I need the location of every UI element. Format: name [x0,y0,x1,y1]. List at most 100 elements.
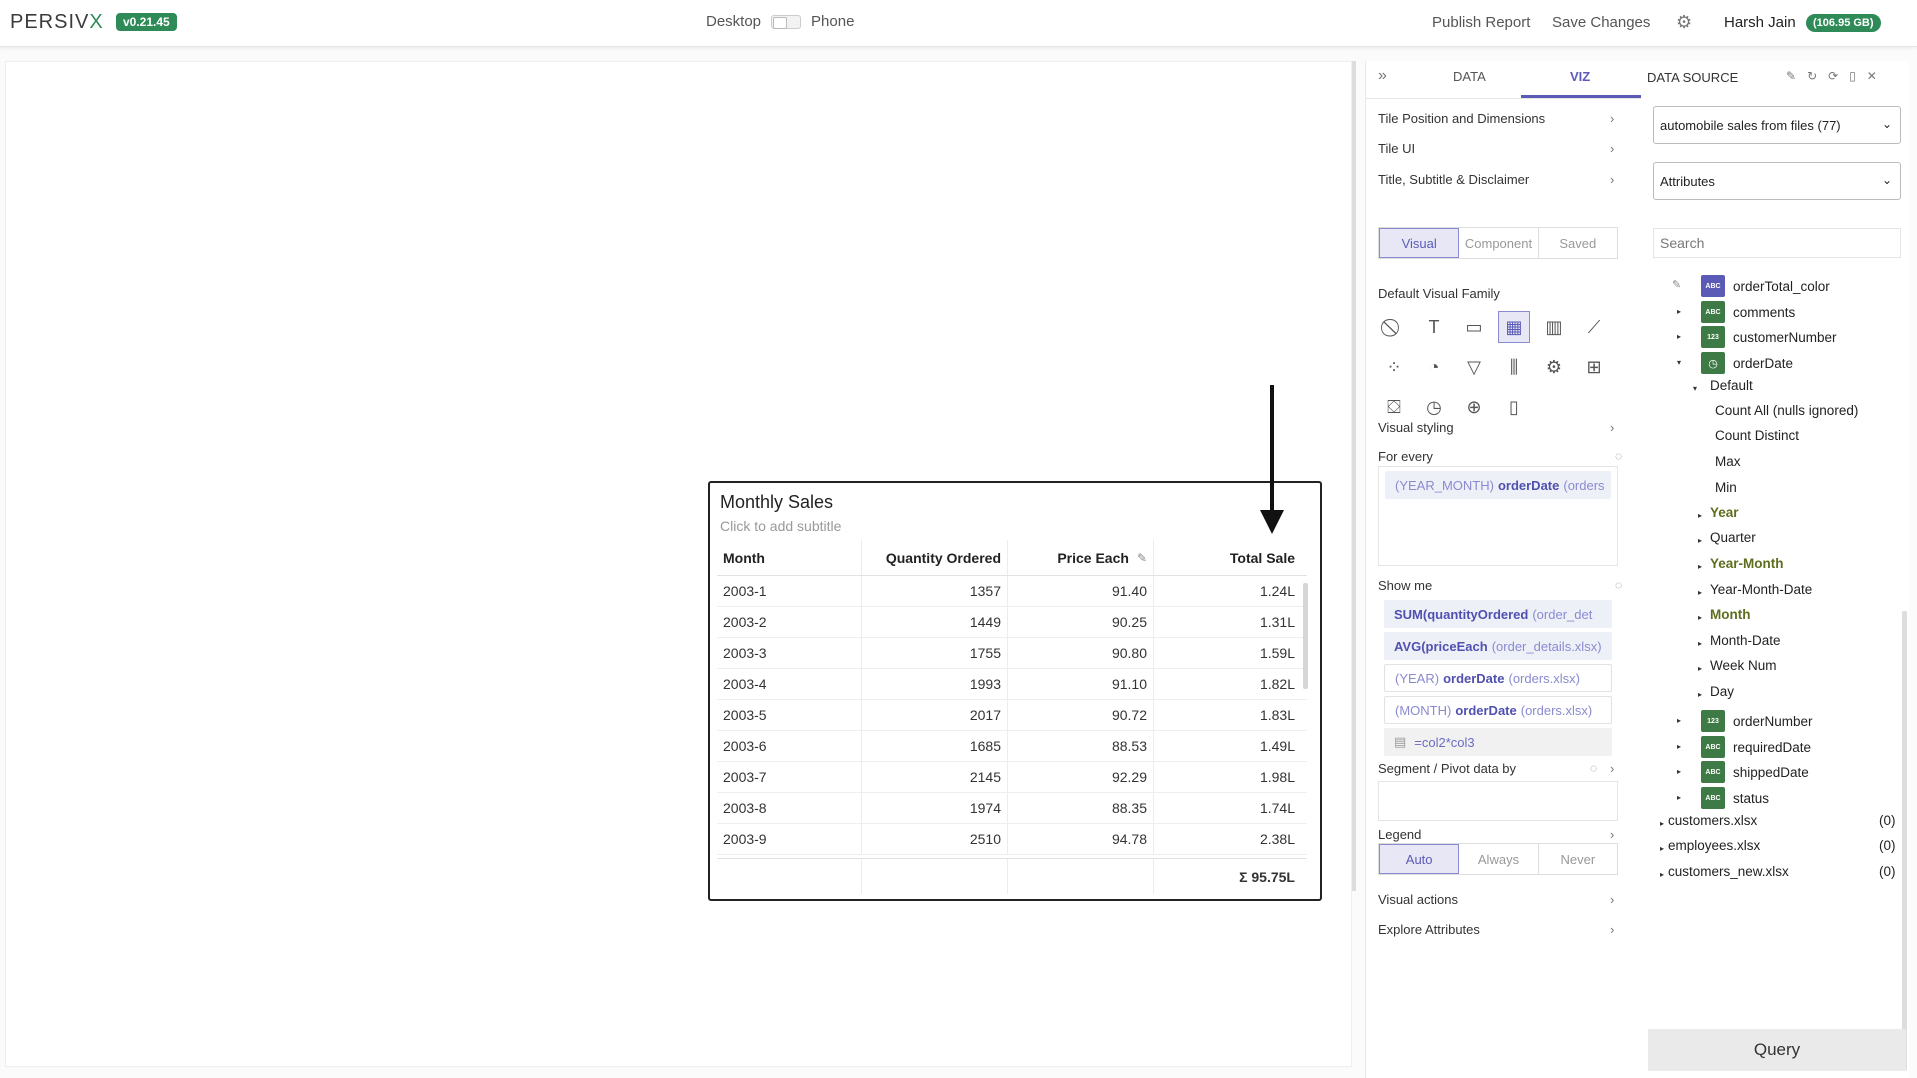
tree-leaf[interactable]: Count All (nulls ignored) [1715,403,1858,418]
collapse-icon[interactable]: ✕ [1867,69,1877,83]
publish-report-button[interactable]: Publish Report [1432,14,1530,31]
caret-right-icon[interactable]: ▸ [1660,844,1664,853]
tree-date-part[interactable]: Year [1710,505,1739,520]
settings-visual-icon[interactable]: ⚙ [1538,351,1570,383]
chevron-right-icon[interactable]: › [1610,141,1614,156]
table-scrollbar[interactable] [1303,583,1308,689]
tree-item[interactable]: 123 orderNumber [1701,710,1813,732]
logo[interactable]: PERSIVX [10,11,104,34]
for-every-dropzone[interactable]: (YEAR_MONTH) orderDate (orders [1378,466,1618,566]
column-header[interactable]: Month [717,540,862,575]
reset-icon[interactable]: ◌ [1615,578,1622,592]
tree-item[interactable]: ABC requiredDate [1701,736,1811,758]
tree-item[interactable]: ABC comments [1701,301,1795,323]
visual-styling-section[interactable]: Visual styling [1378,420,1618,435]
caret-right-icon[interactable]: ▸ [1677,307,1681,316]
line-chart-icon[interactable]: ⟋ [1578,311,1610,343]
file-icon[interactable]: ▯ [1849,69,1856,83]
tree-item[interactable]: ABC shippedDate [1701,761,1809,783]
chevron-right-icon[interactable]: › [1610,172,1614,187]
chevron-right-icon[interactable]: › [1610,111,1614,126]
phone-label[interactable]: Phone [811,13,854,30]
caret-right-icon[interactable]: ▸ [1677,767,1681,776]
canvas-scrollbar[interactable] [1352,61,1356,891]
caret-down-icon[interactable]: ▾ [1693,384,1697,393]
explore-attributes-section[interactable]: Explore Attributes [1378,922,1618,937]
datasource-scrollbar[interactable] [1902,611,1907,1071]
search-input[interactable]: Search [1653,228,1901,258]
tree-date-part[interactable]: Quarter [1710,530,1756,545]
show-me-dropzone[interactable]: SUM(quantityOrdered (order_det AVG(priceE… [1378,596,1618,756]
none-icon[interactable]: ⃠ [1378,311,1410,343]
device-switch[interactable] [771,14,802,29]
caret-down-icon[interactable]: ▾ [1677,358,1681,367]
tree-group[interactable]: Default [1710,378,1753,393]
caret-right-icon[interactable]: ▸ [1677,716,1681,725]
layout-icon[interactable]: ⊞ [1578,351,1610,383]
file-item[interactable]: customers_new.xlsx [1668,864,1789,879]
datasource-select[interactable]: automobile sales from files (77) ⌄ [1653,106,1901,144]
chevron-right-icon[interactable]: › [1610,827,1614,842]
query-button[interactable]: Query [1648,1029,1906,1071]
tree-item[interactable]: ◷ orderDate [1701,352,1793,374]
file-item[interactable]: customers.xlsx [1668,813,1757,828]
reset-icon[interactable]: ◌ [1590,761,1597,775]
file-item[interactable]: employees.xlsx [1668,838,1760,853]
caret-right-icon[interactable]: ▸ [1698,690,1702,699]
tree-date-part[interactable]: Year-Month-Date [1710,582,1812,597]
column-header[interactable]: Quantity Ordered [862,540,1008,575]
tab-data[interactable]: DATA [1453,69,1486,84]
scatter-icon[interactable]: ⁘ [1378,351,1410,383]
caret-right-icon[interactable]: ▸ [1677,793,1681,802]
caret-right-icon[interactable]: ▸ [1660,819,1664,828]
user-name[interactable]: Harsh Jain [1724,14,1796,31]
title-subtitle-section[interactable]: Title, Subtitle & Disclaimer [1378,172,1618,187]
caret-right-icon[interactable]: ▸ [1698,588,1702,597]
tree-date-part[interactable]: Week Num [1710,658,1777,673]
tile-ui-section[interactable]: Tile UI [1378,141,1618,156]
table-icon[interactable]: ▦ [1498,311,1530,343]
show-me-pill[interactable]: AVG(priceEach (order_details.xlsx) [1384,632,1612,660]
tree-leaf[interactable]: Count Distinct [1715,428,1799,443]
caret-right-icon[interactable]: ▸ [1698,536,1702,545]
pie-chart-icon[interactable]: ◔ [1418,351,1450,383]
tile-subtitle[interactable]: Click to add subtitle [720,518,841,534]
pencil-icon[interactable]: ✎ [1137,551,1147,565]
tab-component[interactable]: Component [1459,228,1539,258]
card-icon[interactable]: ▭ [1458,311,1490,343]
caret-right-icon[interactable]: ▸ [1698,562,1702,571]
caret-right-icon[interactable]: ▸ [1698,639,1702,648]
chevron-right-icon[interactable]: › [1610,922,1614,937]
tree-item[interactable]: ABC status [1701,787,1769,809]
pencil-icon[interactable]: ✎ [1672,278,1681,291]
caret-right-icon[interactable]: ▸ [1698,613,1702,622]
gear-icon[interactable]: ⚙ [1676,12,1692,33]
caret-right-icon[interactable]: ▸ [1660,870,1664,879]
gauge-icon[interactable]: ◷ [1418,391,1450,423]
refresh-icon[interactable]: ↻ [1807,69,1817,83]
expand-panel-icon[interactable]: » [1378,67,1387,85]
for-every-pill[interactable]: (YEAR_MONTH) orderDate (orders [1385,471,1611,499]
tile-position-section[interactable]: Tile Position and Dimensions [1378,111,1618,126]
attributes-select[interactable]: Attributes ⌄ [1653,162,1901,200]
column-header[interactable]: Price Each ✎ [1008,540,1154,575]
caret-right-icon[interactable]: ▸ [1698,664,1702,673]
tree-date-part[interactable]: Day [1710,684,1734,699]
tab-visual[interactable]: Visual [1379,228,1460,258]
tree-item[interactable]: 123 customerNumber [1701,326,1837,348]
caret-right-icon[interactable]: ▸ [1677,742,1681,751]
edit-icon[interactable]: ✎ [1786,69,1796,83]
sync-icon[interactable]: ⟳ [1828,69,1838,83]
chevron-right-icon[interactable]: › [1610,892,1614,907]
save-changes-button[interactable]: Save Changes [1552,14,1650,31]
waterfall-icon[interactable]: ⫼ [1498,351,1530,383]
bar-chart-icon[interactable]: ▥ [1538,311,1570,343]
tree-item[interactable]: ABC orderTotal_color [1701,275,1830,297]
tab-viz[interactable]: VIZ [1570,69,1590,84]
legend-never[interactable]: Never [1539,844,1617,874]
tile-title[interactable]: Monthly Sales [720,492,833,513]
tree-date-part[interactable]: Year-Month [1710,556,1784,571]
legend-auto[interactable]: Auto [1379,844,1460,874]
tree-leaf[interactable]: Min [1715,480,1737,495]
tree-date-part[interactable]: Month [1710,607,1750,622]
